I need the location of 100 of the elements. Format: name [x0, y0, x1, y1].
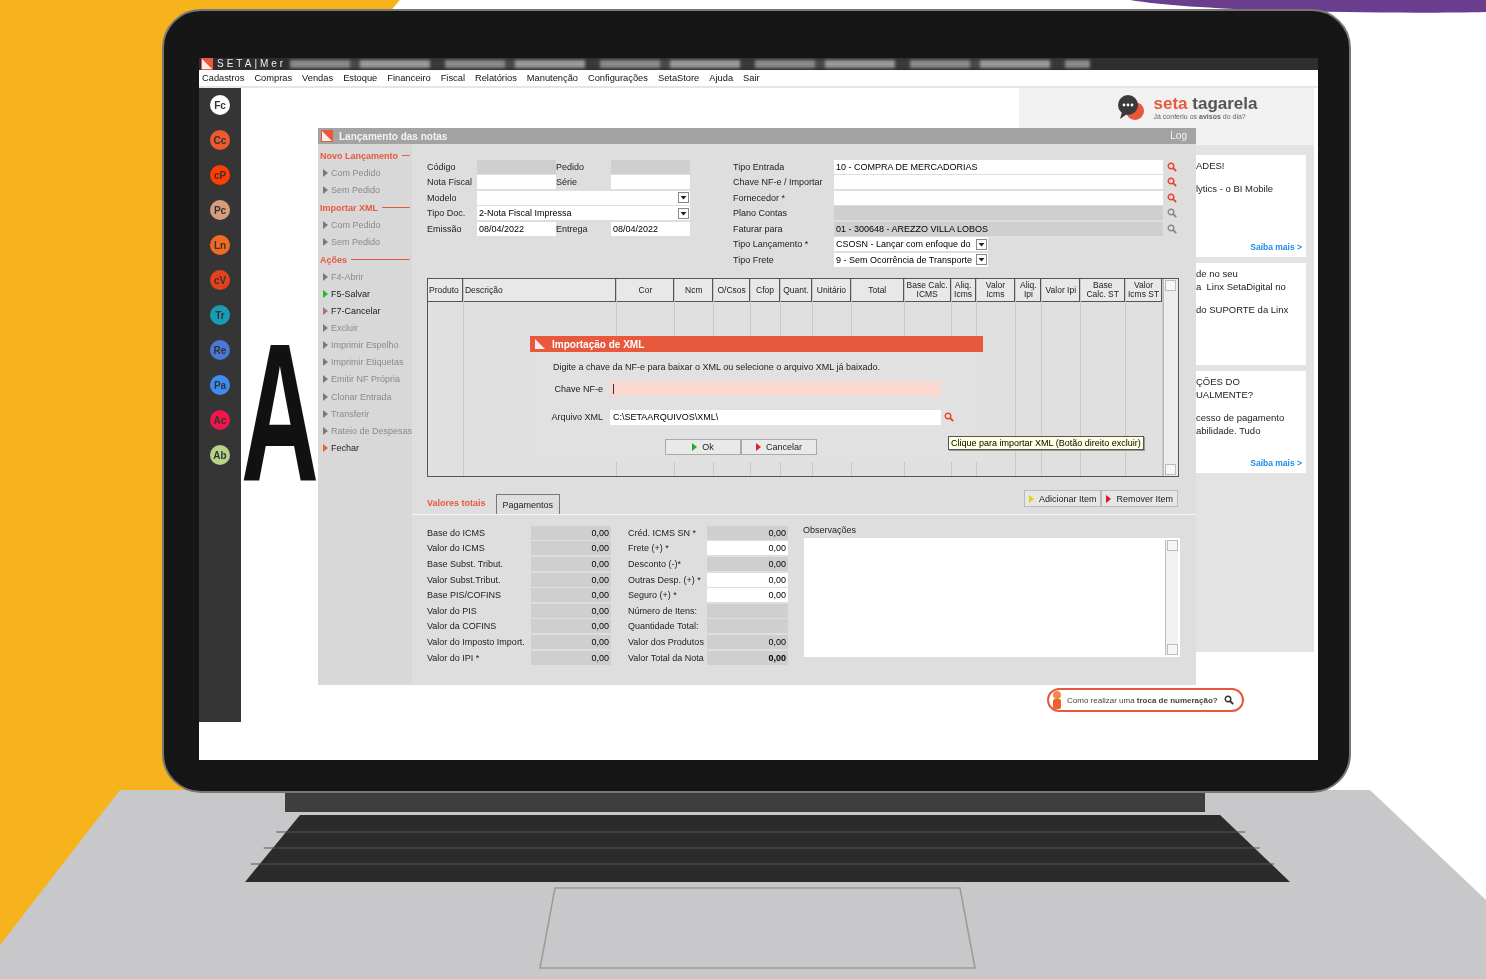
- total-value-field[interactable]: 0,00: [531, 603, 611, 618]
- nav-action[interactable]: F5-Salvar: [320, 285, 412, 303]
- card-text-line: UALMENTE?: [1196, 388, 1254, 401]
- total-value-field[interactable]: 0,00: [531, 572, 611, 587]
- dock-shortcut[interactable]: Ln: [210, 235, 230, 255]
- total-label: Seguro (+) *: [628, 590, 678, 601]
- tab[interactable]: Pagamentos: [495, 494, 561, 514]
- total-value-field[interactable]: 0,00: [707, 557, 788, 571]
- total-label: Valor dos Produtos: [628, 636, 705, 647]
- total-value-field[interactable]: 0,00: [531, 588, 611, 603]
- column-header[interactable]: Quant.: [781, 279, 812, 302]
- column-header[interactable]: Total: [851, 279, 904, 302]
- column-header[interactable]: Ncm: [675, 279, 714, 302]
- help-search-text: Como realizar uma troca de numeração?: [1067, 695, 1218, 705]
- input-field[interactable]: 10 - COMPRA DE MERCADORIAS: [834, 159, 1163, 174]
- mascot-icon: [1053, 691, 1061, 709]
- observations-field[interactable]: [803, 537, 1181, 658]
- input-field[interactable]: [477, 175, 556, 190]
- total-value-field[interactable]: 0,00: [707, 541, 788, 556]
- menu-item[interactable]: Fiscal: [440, 73, 465, 83]
- field-label: Tipo Frete: [733, 254, 775, 265]
- dock-shortcut[interactable]: Pc: [210, 200, 230, 220]
- menu-item[interactable]: Vendas: [302, 73, 334, 83]
- total-value-field[interactable]: 0,00: [531, 650, 611, 665]
- column-header[interactable]: O/Csos: [714, 279, 751, 302]
- dock-shortcut[interactable]: Fc: [210, 95, 230, 115]
- card-text-line: cesso de pagamento: [1196, 411, 1286, 424]
- dialog-logo-icon: [534, 338, 546, 350]
- total-label: Valor Subst.Tribut.: [427, 574, 502, 585]
- input-field[interactable]: 08/04/2022: [477, 221, 556, 236]
- input-field[interactable]: [610, 381, 941, 396]
- dropdown-field[interactable]: 2-Nota Fiscal Impressa: [477, 206, 690, 221]
- menu-item[interactable]: Sair: [743, 73, 760, 83]
- column-header[interactable]: Base Calc. ST: [1081, 279, 1126, 302]
- column-header[interactable]: Valor Icms ST: [1126, 279, 1163, 302]
- dialog-button[interactable]: Cancelar: [741, 439, 817, 455]
- field-label: Nota Fiscal: [427, 177, 473, 188]
- scrollbar[interactable]: [1163, 279, 1178, 476]
- column-header[interactable]: Valor Ipi: [1042, 279, 1081, 302]
- total-label: Quantidade Total:: [628, 621, 700, 632]
- field-label: Pedido: [556, 161, 586, 172]
- input-field[interactable]: [834, 190, 1163, 205]
- menu-item[interactable]: Financeiro: [387, 73, 431, 83]
- window-logo-icon: [321, 130, 333, 142]
- menu-item[interactable]: SetaStore: [657, 73, 700, 83]
- column-header[interactable]: Aliq. Icms: [951, 279, 976, 302]
- input-field[interactable]: [611, 175, 690, 190]
- total-value-field[interactable]: [707, 603, 788, 618]
- total-value-field[interactable]: 0,00: [707, 650, 788, 665]
- total-value-field[interactable]: 0,00: [531, 557, 611, 571]
- total-value-field[interactable]: 0,00: [531, 634, 611, 649]
- total-value-field[interactable]: 0,00: [707, 572, 788, 587]
- column-header[interactable]: Valor Icms: [976, 279, 1016, 302]
- dialog-button[interactable]: Ok: [665, 439, 741, 455]
- read-more-link[interactable]: Saiba mais >: [1250, 242, 1302, 252]
- tooltip: Clique para importar XML (Botão direito excluir): [948, 436, 1144, 450]
- column-header[interactable]: Produto: [428, 279, 463, 302]
- column-header[interactable]: Descrição: [463, 279, 617, 302]
- field-label: Tipo Doc.: [427, 208, 467, 219]
- dropdown-field[interactable]: CSOSN - Lançar com enfoque do: [834, 237, 988, 252]
- dock-shortcut[interactable]: Pa: [210, 375, 230, 395]
- column-header[interactable]: Base Calc. ICMS: [904, 279, 951, 302]
- nav-action[interactable]: F7-Cancelar: [320, 302, 412, 320]
- menu-item[interactable]: Compras: [254, 73, 293, 83]
- total-value-field[interactable]: 0,00: [531, 619, 611, 634]
- total-label: Créd. ICMS SN *: [628, 527, 697, 538]
- menu-item[interactable]: Manutenção: [526, 73, 578, 83]
- total-value-field[interactable]: 0,00: [531, 525, 611, 540]
- search-icon[interactable]: [1223, 695, 1234, 705]
- menu-item[interactable]: Cadastros: [202, 73, 245, 83]
- menu-item[interactable]: Ajuda: [709, 73, 734, 83]
- card-text-line: de no seu: [1196, 267, 1239, 280]
- help-search-field[interactable]: Como realizar uma troca de numeração?: [1047, 688, 1244, 712]
- field-label: Emissão: [427, 223, 463, 234]
- input-field[interactable]: C:\SETAARQUIVOS\XML\: [610, 409, 941, 425]
- menu-item[interactable]: Estoque: [343, 73, 378, 83]
- field-label: Série: [556, 177, 578, 188]
- column-header[interactable]: Unitário: [812, 279, 851, 302]
- dropdown-field[interactable]: [477, 190, 690, 205]
- grid-action-button[interactable]: Adicionar Item: [1023, 490, 1102, 507]
- column-header[interactable]: Cfop: [751, 279, 781, 302]
- total-value-field[interactable]: 0,00: [707, 634, 788, 649]
- dock-shortcut[interactable]: cP: [210, 165, 230, 185]
- dropdown-field[interactable]: 9 - Sem Ocorrência de Transporte: [834, 252, 988, 267]
- input-field[interactable]: 08/04/2022: [611, 221, 690, 236]
- dock-shortcut[interactable]: Tr: [210, 305, 230, 325]
- dock-shortcut[interactable]: Cc: [210, 130, 230, 150]
- nav-action[interactable]: Fechar: [320, 439, 412, 457]
- total-value-field[interactable]: 0,00: [531, 541, 611, 556]
- column-header[interactable]: Aliq. Ipi: [1016, 279, 1042, 302]
- menu-item[interactable]: Relatórios: [474, 73, 517, 83]
- total-label: Outras Desp. (+) *: [628, 574, 702, 585]
- menu-item[interactable]: Configurações: [588, 73, 648, 83]
- dock-shortcut[interactable]: Ab: [210, 445, 230, 465]
- input-field[interactable]: [834, 175, 1163, 190]
- total-value-field[interactable]: 0,00: [707, 525, 788, 540]
- grid-action-button[interactable]: Remover Item: [1101, 490, 1178, 507]
- read-more-link[interactable]: Saiba mais >: [1250, 458, 1302, 468]
- column-header[interactable]: Cor: [617, 279, 675, 302]
- total-value-field[interactable]: 0,00: [707, 588, 788, 603]
